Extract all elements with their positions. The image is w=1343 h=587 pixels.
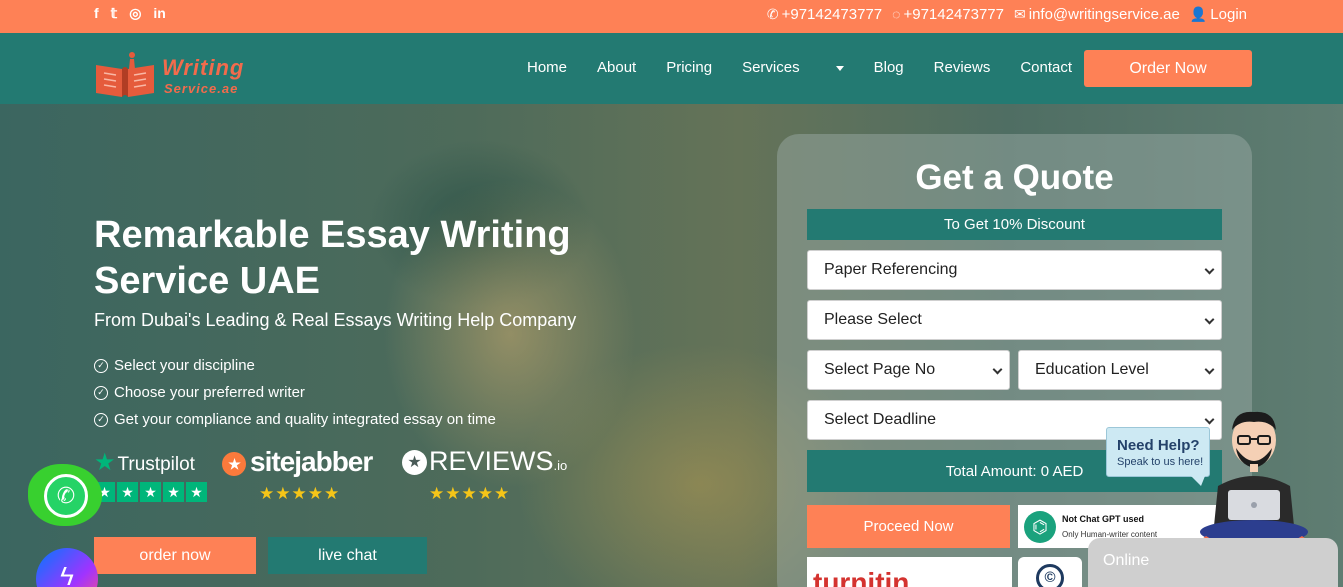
nav-pricing[interactable]: Pricing: [666, 59, 712, 76]
hero-section: Remarkable Essay Writing Service UAE Fro…: [0, 104, 1343, 587]
whatsapp-icon: ✆: [44, 474, 88, 518]
check-circle-icon: ✓: [94, 358, 108, 373]
hero-live-chat-button[interactable]: live chat: [268, 537, 427, 574]
feature-item: ✓ Get your compliance and quality integra…: [94, 406, 496, 433]
help-title: Need Help?: [1117, 437, 1200, 454]
facebook-icon[interactable]: f: [94, 6, 99, 20]
book-logo-icon: [96, 52, 154, 97]
feature-text: Get your compliance and quality integrat…: [114, 411, 496, 428]
star-icon: ★: [140, 482, 161, 502]
nav-about[interactable]: About: [597, 59, 636, 76]
chevron-down-icon: [1204, 364, 1215, 375]
select-value: Education Level: [1035, 361, 1149, 378]
online-label: Online: [1103, 552, 1150, 569]
whatsapp-icon: ◌: [892, 6, 901, 22]
envelope-icon: ✉: [1014, 6, 1026, 22]
phone-icon: ✆: [766, 6, 779, 22]
main-menu: Home About Pricing Services Blog Reviews…: [527, 59, 1102, 76]
sitejabber-label: sitejabber: [250, 446, 373, 477]
trustpilot-logo[interactable]: ★ Trustpilot: [94, 448, 195, 477]
phone-number: +97142473777: [781, 6, 883, 23]
nav-blog[interactable]: Blog: [874, 59, 904, 76]
select-value: Please Select: [824, 311, 922, 328]
social-links: f 𝕥 ◎ in: [94, 6, 166, 20]
nav-home[interactable]: Home: [527, 59, 567, 76]
help-subtitle: Speak to us here!: [1117, 456, 1204, 468]
chevron-down-icon: [992, 364, 1003, 375]
nav-services[interactable]: Services: [742, 59, 844, 76]
hero-order-now-button[interactable]: order now: [94, 537, 256, 574]
order-now-button[interactable]: Order Now: [1084, 50, 1252, 87]
whatsapp-float-button[interactable]: ✆: [28, 460, 104, 530]
caret-down-icon: [835, 65, 844, 71]
nav-contact[interactable]: Contact: [1020, 59, 1072, 76]
star-icon: ★: [186, 482, 207, 502]
nav-services-label: Services: [742, 59, 800, 76]
turnitin-badge: turnitin: [807, 557, 1012, 587]
login-label: Login: [1210, 6, 1247, 23]
email-link[interactable]: ✉ info@writingservice.ae: [1014, 6, 1180, 23]
gpt-badge-title: Not Chat GPT used: [1062, 514, 1145, 524]
check-circle-icon: ✓: [94, 385, 108, 400]
online-chat-tab[interactable]: Online: [1088, 538, 1338, 587]
logo-text-service: Service.ae: [164, 81, 239, 96]
contact-links: ✆ +97142473777 ◌ +97142473777 ✉ info@writin…: [767, 6, 1247, 23]
paper-referencing-select[interactable]: Paper Referencing: [807, 250, 1222, 290]
quote-form: Get a Quote To Get 10% Discount Paper Re…: [777, 134, 1252, 587]
select-value: Select Deadline: [824, 411, 937, 428]
phone-link[interactable]: ✆ +97142473777: [767, 6, 882, 23]
please-select-select[interactable]: Please Select: [807, 300, 1222, 340]
top-bar: f 𝕥 ◎ in ✆ +97142473777 ◌ +97142473777 ✉ in…: [0, 0, 1343, 33]
twitter-icon[interactable]: 𝕥: [111, 6, 118, 20]
education-level-select[interactable]: Education Level: [1018, 350, 1222, 390]
select-value: Select Page No: [824, 361, 936, 378]
quote-title: Get a Quote: [915, 158, 1114, 197]
copyright-badge: ©: [1018, 557, 1082, 587]
reviews-stars: ★★★★★: [429, 484, 511, 503]
turnitin-label: turnitin: [813, 567, 910, 587]
feature-item: ✓ Choose your preferred writer: [94, 379, 496, 406]
sitejabber-star-icon: ★: [222, 451, 246, 476]
select-value: Paper Referencing: [824, 261, 958, 278]
feature-item: ✓ Select your discipline: [94, 352, 496, 379]
instagram-icon[interactable]: ◎: [129, 6, 141, 20]
user-icon: 👤: [1189, 6, 1208, 22]
trustpilot-label: Trustpilot: [117, 454, 195, 475]
email-address: info@writingservice.ae: [1028, 6, 1180, 23]
sitejabber-logo[interactable]: ★ sitejabber: [222, 446, 373, 478]
reviews-star-icon: ★: [402, 450, 427, 476]
reviews-label: REVIEWS: [429, 446, 554, 476]
linkedin-icon[interactable]: in: [153, 6, 165, 20]
discount-banner: To Get 10% Discount: [807, 209, 1222, 240]
reviews-suffix: .io: [553, 458, 568, 473]
nav-reviews[interactable]: Reviews: [934, 59, 991, 76]
hero-title: Remarkable Essay Writing Service UAE: [94, 214, 571, 302]
sitejabber-stars: ★★★★★: [259, 484, 341, 503]
whatsapp-link[interactable]: ◌ +97142473777: [892, 6, 1004, 23]
messenger-icon: ϟ: [60, 561, 74, 587]
star-icon: ★: [163, 482, 184, 502]
navbar: Writing Service.ae Home About Pricing Se…: [0, 33, 1343, 104]
feature-text: Choose your preferred writer: [114, 384, 305, 401]
chevron-down-icon: [1204, 264, 1215, 275]
feature-list: ✓ Select your discipline ✓ Choose your pre…: [94, 352, 496, 433]
chevron-down-icon: [1204, 314, 1215, 325]
review-badges: ★ Trustpilot ★ ★ ★ ★ ★ ★ sitejabber ★★★★★ ★ REV…: [94, 446, 584, 508]
feature-text: Select your discipline: [114, 357, 255, 374]
login-link[interactable]: 👤 Login: [1190, 6, 1247, 23]
check-circle-icon: ✓: [94, 412, 108, 427]
star-icon: ★: [117, 482, 138, 502]
whatsapp-number: +97142473777: [903, 6, 1004, 23]
copyright-icon: ©: [1036, 564, 1064, 587]
trustpilot-stars: ★ ★ ★ ★ ★: [94, 482, 207, 502]
openai-icon: ⌬: [1024, 511, 1056, 543]
reviews-io-logo[interactable]: ★ REVIEWS.io: [402, 446, 567, 477]
support-agent-avatar[interactable]: [1198, 408, 1310, 543]
site-logo[interactable]: Writing Service.ae: [94, 39, 269, 99]
hero-subtitle: From Dubai's Leading & Real Essays Writi…: [94, 310, 577, 330]
need-help-bubble[interactable]: Need Help? Speak to us here!: [1106, 427, 1210, 486]
logo-text-writing: Writing: [162, 55, 245, 80]
page-number-select[interactable]: Select Page No: [807, 350, 1010, 390]
proceed-now-button[interactable]: Proceed Now: [807, 505, 1010, 548]
